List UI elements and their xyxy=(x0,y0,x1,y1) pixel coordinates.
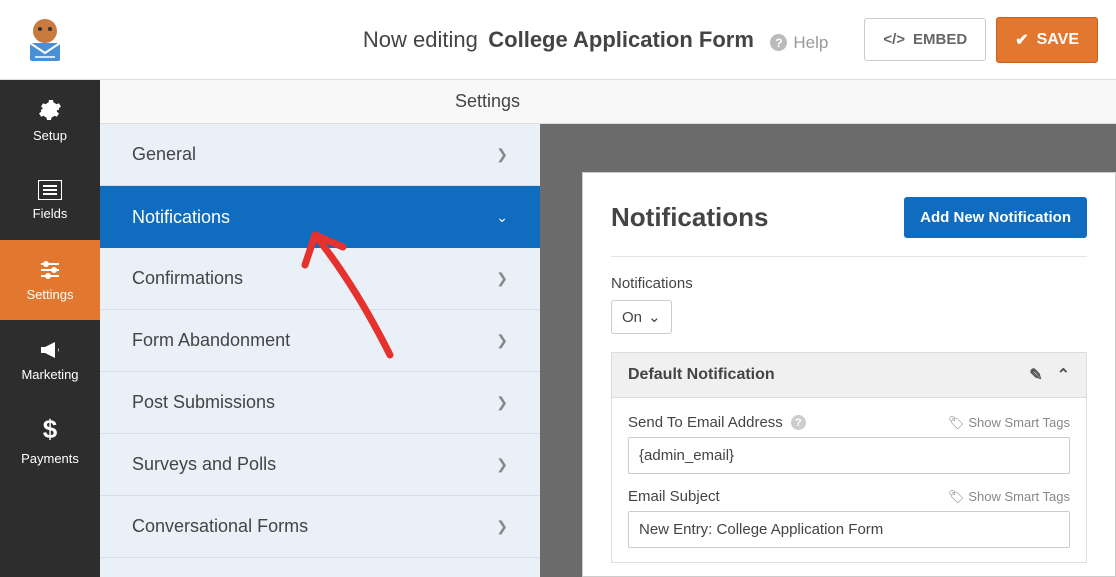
show-smart-tags-link[interactable]: 🏷 Show Smart Tags xyxy=(948,415,1070,431)
notifications-panel: Notifications Add New Notification Notif… xyxy=(582,172,1116,577)
notification-box-header: Default Notification ✎ ⌃ xyxy=(612,353,1086,398)
embed-label: EMBED xyxy=(913,31,967,48)
chevron-right-icon: ❯ xyxy=(496,332,508,349)
sidebar-item-fields[interactable]: Fields xyxy=(0,160,100,240)
field-label: Send To Email Address ? xyxy=(628,414,806,431)
settings-item-notifications[interactable]: Notifications ⌄ xyxy=(100,186,540,248)
field-send-to: Send To Email Address ? 🏷 Show Smart Tag… xyxy=(628,414,1070,474)
save-label: SAVE xyxy=(1037,31,1079,49)
settings-item-conversational-forms[interactable]: Conversational Forms ❯ xyxy=(100,496,540,558)
show-smart-tags-link[interactable]: 🏷 Show Smart Tags xyxy=(948,489,1070,505)
settings-item-post-submissions[interactable]: Post Submissions ❯ xyxy=(100,372,540,434)
tag-icon: 🏷 xyxy=(948,489,965,505)
code-icon: </> xyxy=(883,31,905,48)
settings-item-form-abandonment[interactable]: Form Abandonment ❯ xyxy=(100,310,540,372)
now-editing-label: Now editing xyxy=(363,27,478,52)
sidebar-item-settings[interactable]: Settings xyxy=(0,240,100,320)
title-area: Now editing College Application Form ? H… xyxy=(92,27,848,53)
sliders-icon xyxy=(38,259,62,281)
settings-column: Settings General ❯ Notifications ⌄ Confi… xyxy=(100,80,540,577)
save-button[interactable]: ✔ SAVE xyxy=(996,17,1098,63)
notification-box: Default Notification ✎ ⌃ Send To Email A… xyxy=(611,352,1087,563)
app-logo xyxy=(18,13,72,67)
embed-button[interactable]: </> EMBED xyxy=(864,18,986,61)
notification-body: Send To Email Address ? 🏷 Show Smart Tag… xyxy=(612,398,1086,548)
main-area: Setup Fields Settings Marketing $ Paymen… xyxy=(0,80,1116,577)
chevron-right-icon: ❯ xyxy=(496,518,508,535)
settings-item-confirmations[interactable]: Confirmations ❯ xyxy=(100,248,540,310)
field-label: Email Subject xyxy=(628,488,720,505)
chevron-right-icon: ❯ xyxy=(496,394,508,411)
chevron-right-icon: ❯ xyxy=(496,146,508,163)
help-icon: ? xyxy=(770,34,787,51)
notification-box-title: Default Notification xyxy=(628,366,775,384)
sidebar-item-marketing[interactable]: Marketing xyxy=(0,320,100,400)
email-subject-input[interactable] xyxy=(628,511,1070,548)
settings-item-label: Notifications xyxy=(132,207,230,228)
settings-item-label: Form Abandonment xyxy=(132,330,290,351)
bullhorn-icon xyxy=(38,339,62,361)
panel-header: Notifications Add New Notification xyxy=(611,197,1087,257)
settings-item-general[interactable]: General ❯ xyxy=(100,124,540,186)
panel-title: Notifications xyxy=(611,202,768,233)
help-icon[interactable]: ? xyxy=(791,415,806,430)
send-to-email-input[interactable] xyxy=(628,437,1070,474)
content-header xyxy=(540,80,1116,124)
sidebar-item-setup[interactable]: Setup xyxy=(0,80,100,160)
settings-item-label: Conversational Forms xyxy=(132,516,308,537)
check-icon: ✔ xyxy=(1015,30,1028,50)
chevron-right-icon: ❯ xyxy=(496,456,508,473)
settings-item-surveys-polls[interactable]: Surveys and Polls ❯ xyxy=(100,434,540,496)
sidebar-item-label: Setup xyxy=(33,128,67,143)
gear-icon xyxy=(38,98,62,122)
content-area: Notifications Add New Notification Notif… xyxy=(540,80,1116,577)
topbar: Now editing College Application Form ? H… xyxy=(0,0,1116,80)
toggle-value: On xyxy=(622,309,642,326)
sidebar-item-label: Marketing xyxy=(21,367,78,382)
notifications-toggle-select[interactable]: On ⌄ xyxy=(611,300,672,334)
list-icon xyxy=(38,180,62,200)
settings-item-label: Confirmations xyxy=(132,268,243,289)
settings-item-label: Post Submissions xyxy=(132,392,275,413)
panel-wrap: Notifications Add New Notification Notif… xyxy=(540,124,1116,577)
sidebar-item-label: Settings xyxy=(27,287,74,302)
chevron-down-icon: ⌄ xyxy=(496,209,508,226)
sidebar-item-payments[interactable]: $ Payments xyxy=(0,400,100,480)
chevron-down-icon: ⌄ xyxy=(648,308,661,326)
field-email-subject: Email Subject 🏷 Show Smart Tags xyxy=(628,488,1070,548)
help-link[interactable]: ? Help xyxy=(770,33,828,53)
settings-item-label: Surveys and Polls xyxy=(132,454,276,475)
edit-icon[interactable]: ✎ xyxy=(1029,365,1042,385)
collapse-icon[interactable]: ⌃ xyxy=(1057,365,1070,385)
left-sidebar: Setup Fields Settings Marketing $ Paymen… xyxy=(0,80,100,577)
notifications-toggle-label: Notifications xyxy=(611,275,1087,292)
help-label: Help xyxy=(793,33,828,53)
tag-icon: 🏷 xyxy=(948,415,965,431)
add-notification-button[interactable]: Add New Notification xyxy=(904,197,1087,238)
sidebar-item-label: Fields xyxy=(33,206,68,221)
chevron-right-icon: ❯ xyxy=(496,270,508,287)
settings-column-header: Settings xyxy=(100,80,540,124)
settings-item-label: General xyxy=(132,144,196,165)
settings-header-label: Settings xyxy=(455,91,520,112)
sidebar-item-label: Payments xyxy=(21,451,79,466)
form-title: College Application Form xyxy=(488,27,754,52)
dollar-icon: $ xyxy=(43,414,57,445)
settings-list: General ❯ Notifications ⌄ Confirmations … xyxy=(100,124,540,577)
notification-box-actions: ✎ ⌃ xyxy=(1029,365,1070,385)
